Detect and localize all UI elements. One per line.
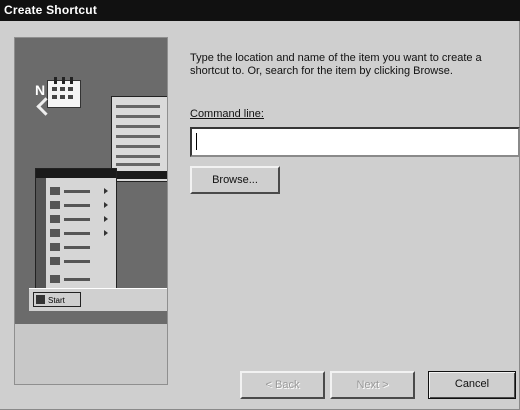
back-button[interactable]: < Back bbox=[240, 371, 325, 399]
instructions-text: Type the location and name of the item y… bbox=[190, 52, 482, 77]
command-line-label: Command line: bbox=[190, 108, 264, 120]
illustration-taskbar: Start bbox=[29, 288, 167, 311]
wizard-illustration: N Start bbox=[14, 37, 168, 385]
illustration-start-button: Start bbox=[33, 292, 81, 307]
programs-submenu bbox=[111, 96, 167, 182]
start-menu bbox=[35, 168, 117, 290]
next-button[interactable]: Next > bbox=[330, 371, 415, 399]
browse-button[interactable]: Browse... bbox=[190, 166, 280, 194]
start-menu-banner bbox=[36, 169, 46, 289]
command-line-input[interactable] bbox=[190, 127, 520, 157]
text-caret bbox=[196, 133, 197, 150]
cancel-button[interactable]: Cancel bbox=[428, 371, 516, 399]
shortcut-letter-icon: N bbox=[35, 82, 46, 98]
title-bar[interactable]: Create Shortcut bbox=[0, 0, 520, 21]
start-menu-highlight bbox=[36, 169, 116, 178]
windows-logo-icon bbox=[36, 295, 45, 304]
create-shortcut-dialog: Create Shortcut N Start Type the locatio… bbox=[0, 0, 520, 410]
window-title: Create Shortcut bbox=[4, 3, 98, 17]
